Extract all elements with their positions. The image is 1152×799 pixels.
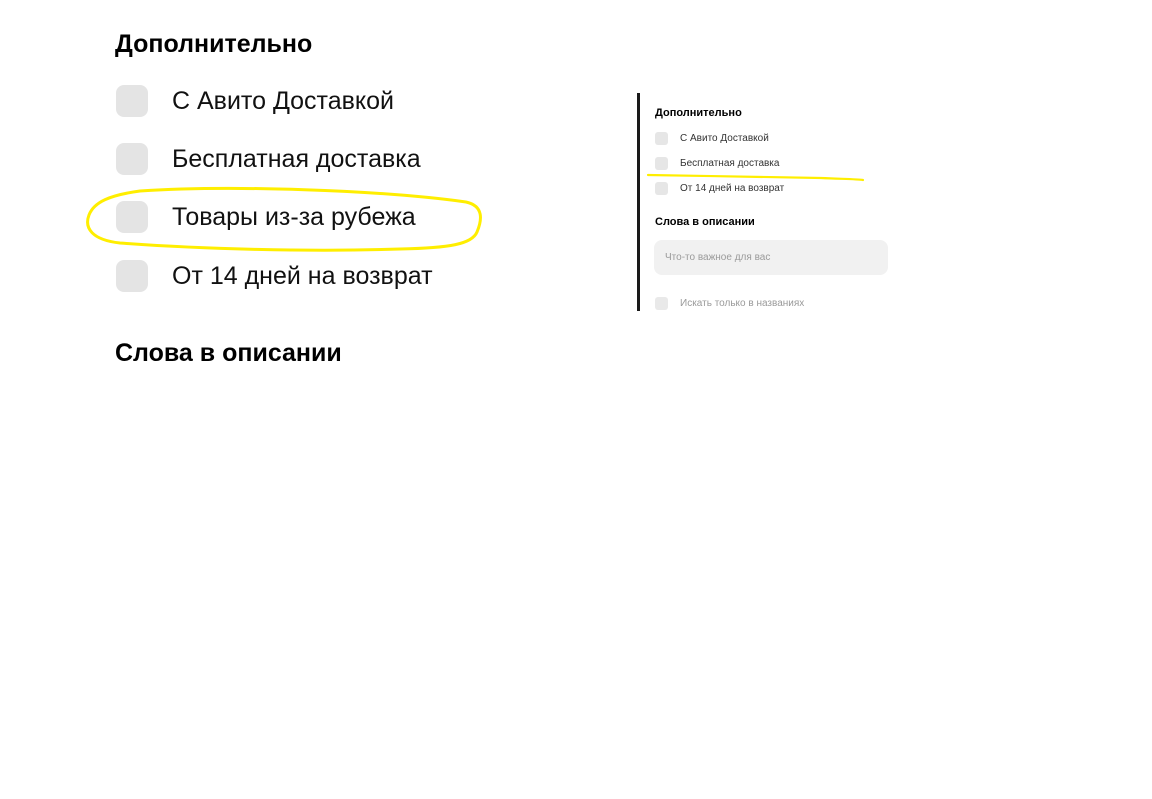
option-avito-delivery[interactable]: С Авито Доставкой	[116, 84, 394, 118]
option-label: С Авито Доставкой	[680, 132, 769, 144]
checkbox[interactable]	[116, 143, 148, 175]
reference-option-free-delivery[interactable]: Бесплатная доставка	[655, 156, 779, 170]
option-label: Искать только в названиях	[680, 297, 805, 309]
description-search-input[interactable]	[654, 240, 888, 275]
option-label: Товары из-за рубежа	[172, 203, 416, 231]
section-title-description-words: Слова в описании	[115, 339, 342, 367]
option-14-day-return[interactable]: От 14 дней на возврат	[116, 259, 433, 293]
option-label: От 14 дней на возврат	[680, 182, 785, 194]
option-label: Бесплатная доставка	[172, 145, 421, 173]
reference-option-14-day-return[interactable]: От 14 дней на возврат	[655, 181, 784, 195]
checkbox[interactable]	[116, 85, 148, 117]
option-goods-from-abroad[interactable]: Товары из-за рубежа	[116, 200, 416, 234]
checkbox[interactable]	[655, 156, 668, 170]
section-title-additional: Дополнительно	[115, 30, 313, 58]
checkbox[interactable]	[116, 201, 148, 233]
option-free-delivery[interactable]: Бесплатная доставка	[116, 142, 421, 176]
option-label: Бесплатная доставка	[680, 157, 780, 169]
vertical-divider	[637, 93, 640, 311]
checkbox[interactable]	[116, 260, 148, 292]
checkbox[interactable]	[655, 181, 668, 195]
reference-section-title-additional: Дополнительно	[655, 107, 742, 119]
reference-section-title-description-words: Слова в описании	[655, 216, 755, 228]
checkbox[interactable]	[655, 131, 668, 145]
checkbox[interactable]	[655, 296, 668, 310]
option-label: С Авито Доставкой	[172, 87, 394, 115]
reference-option-avito-delivery[interactable]: С Авито Доставкой	[655, 131, 769, 145]
reference-option-search-titles-only[interactable]: Искать только в названиях	[655, 296, 804, 310]
option-label: От 14 дней на возврат	[172, 262, 433, 290]
